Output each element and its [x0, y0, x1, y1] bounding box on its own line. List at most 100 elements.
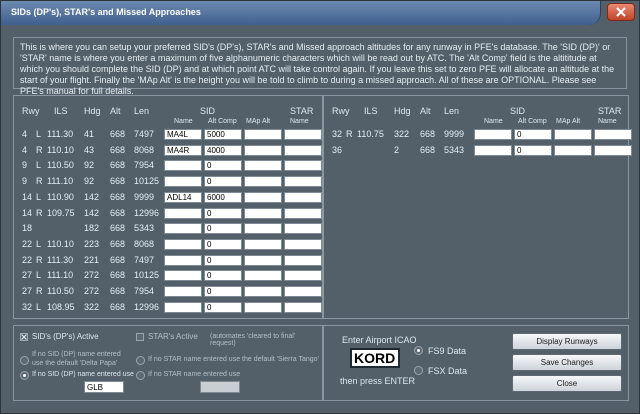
- map-alt-input[interactable]: [244, 176, 282, 188]
- map-alt-input[interactable]: [244, 270, 282, 282]
- runway-row: 14 R 109.75 142 668 12996: [14, 207, 322, 221]
- sid-default-label: If no SID (DP) name entered: [32, 351, 121, 358]
- sid-name-input[interactable]: [164, 254, 202, 266]
- sid-entered-radio[interactable]: [20, 371, 29, 380]
- runway-ils: 111.10: [47, 176, 74, 187]
- star-name-input[interactable]: [284, 129, 322, 140]
- alt-comp-input[interactable]: [204, 254, 242, 266]
- map-alt-input[interactable]: [244, 160, 282, 172]
- alt-comp-input[interactable]: [514, 129, 552, 140]
- sid-default-radio[interactable]: [20, 356, 29, 365]
- runway-length: 8068: [134, 144, 155, 155]
- runway-heading: 41: [84, 129, 95, 139]
- alt-comp-input[interactable]: [514, 144, 552, 156]
- runway-ils: 111.30: [47, 129, 74, 139]
- runway-number: 18: [22, 223, 33, 234]
- alt-comp-input[interactable]: [204, 207, 242, 219]
- map-alt-input[interactable]: [244, 144, 282, 156]
- runway-length: 5343: [444, 144, 465, 155]
- sid-name-input[interactable]: [164, 144, 202, 156]
- star-name-input[interactable]: [284, 160, 322, 172]
- runway-altitude: 668: [420, 144, 436, 155]
- alt-comp-input[interactable]: [204, 238, 242, 250]
- star-name-input[interactable]: [284, 144, 322, 156]
- window-close-button[interactable]: [607, 3, 635, 21]
- fs9-data-radio[interactable]: [414, 346, 423, 355]
- sid-name-input[interactable]: [474, 129, 512, 140]
- sid-name-input[interactable]: [164, 207, 202, 219]
- sid-name-input[interactable]: [164, 176, 202, 188]
- map-alt-input[interactable]: [244, 207, 282, 219]
- alt-comp-input[interactable]: [204, 129, 242, 140]
- sid-name-input[interactable]: [164, 160, 202, 172]
- runway-heading: 43: [84, 144, 95, 155]
- map-alt-input[interactable]: [244, 238, 282, 250]
- star-name-input[interactable]: [284, 270, 322, 282]
- col-header-len: Len: [444, 106, 460, 116]
- display-runways-button[interactable]: Display Runways: [512, 333, 622, 350]
- airport-icao-input[interactable]: [350, 348, 400, 368]
- runway-heading: 92: [84, 176, 95, 187]
- runway-ils: 110.10: [47, 144, 74, 155]
- star-default-name-input[interactable]: [200, 381, 240, 393]
- sid-star-options-panel: SID's (DP's) Active If no SID (DP) name …: [13, 325, 323, 401]
- star-name-input[interactable]: [284, 301, 322, 313]
- runway-row: 32 R 110.75 322 668 9999: [324, 128, 632, 142]
- star-name-input[interactable]: [284, 207, 322, 219]
- map-alt-input[interactable]: [554, 144, 592, 156]
- star-name-input[interactable]: [594, 144, 632, 156]
- alt-comp-input[interactable]: [204, 270, 242, 282]
- star-active-checkbox[interactable]: [136, 333, 144, 341]
- star-name-input[interactable]: [594, 129, 632, 140]
- fsx-data-radio[interactable]: [414, 366, 423, 375]
- map-alt-input[interactable]: [244, 129, 282, 140]
- col-header-sid: SID: [200, 106, 216, 116]
- save-changes-button[interactable]: Save Changes: [512, 354, 622, 371]
- runway-altitude: 668: [110, 144, 126, 155]
- alt-comp-input[interactable]: [204, 176, 242, 188]
- close-button[interactable]: Close: [512, 375, 622, 392]
- runway-side: L: [36, 238, 42, 249]
- map-alt-input[interactable]: [244, 301, 282, 313]
- alt-comp-input[interactable]: [204, 286, 242, 297]
- map-alt-input[interactable]: [244, 223, 282, 235]
- runway-length: 10125: [134, 176, 160, 187]
- star-name-input[interactable]: [284, 286, 322, 297]
- col-header-ils: ILS: [54, 106, 68, 116]
- sid-name-input[interactable]: [474, 144, 512, 156]
- runway-altitude: 668: [110, 301, 126, 312]
- sid-active-checkbox[interactable]: [20, 333, 28, 341]
- star-name-input[interactable]: [284, 191, 322, 203]
- star-name-input[interactable]: [284, 238, 322, 250]
- alt-comp-input[interactable]: [204, 160, 242, 172]
- sid-name-input[interactable]: [164, 286, 202, 297]
- star-active-note: (automates 'cleared to final' request): [210, 333, 296, 347]
- alt-comp-input[interactable]: [204, 301, 242, 313]
- alt-comp-input[interactable]: [204, 191, 242, 203]
- map-alt-input[interactable]: [554, 129, 592, 140]
- runway-side: R: [36, 254, 43, 265]
- sid-name-input[interactable]: [164, 270, 202, 282]
- map-alt-input[interactable]: [244, 191, 282, 203]
- runway-heading: 223: [84, 238, 100, 249]
- runway-length: 7497: [134, 129, 155, 139]
- star-active-label: STAR's Active: [148, 332, 198, 341]
- sid-name-input[interactable]: [164, 191, 202, 203]
- star-name-input[interactable]: [284, 176, 322, 188]
- runway-length: 7954: [134, 160, 155, 171]
- star-entered-radio[interactable]: [136, 371, 145, 380]
- sid-default-name-input[interactable]: [84, 381, 124, 393]
- star-name-input[interactable]: [284, 254, 322, 266]
- star-name-input[interactable]: [284, 223, 322, 235]
- sid-name-input[interactable]: [164, 129, 202, 140]
- sid-name-input[interactable]: [164, 223, 202, 235]
- star-default-radio[interactable]: [136, 356, 145, 365]
- map-alt-input[interactable]: [244, 254, 282, 266]
- map-alt-input[interactable]: [244, 286, 282, 297]
- alt-comp-input[interactable]: [204, 223, 242, 235]
- alt-comp-input[interactable]: [204, 144, 242, 156]
- runway-row: 27 L 111.10 272 668 10125: [14, 269, 322, 283]
- sid-name-input[interactable]: [164, 301, 202, 313]
- runway-number: 27: [22, 270, 33, 281]
- sid-name-input[interactable]: [164, 238, 202, 250]
